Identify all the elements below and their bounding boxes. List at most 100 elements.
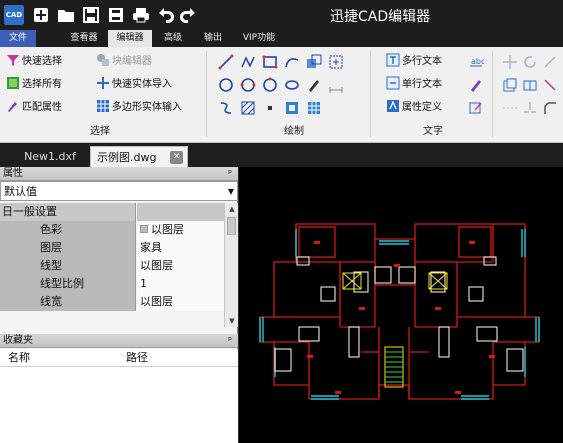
property-grid: 日一般设置 色彩 以图层 图层 家具 线型 以图层 线型比例 1 线宽 以图层	[0, 203, 224, 327]
table-icon[interactable]	[306, 100, 322, 116]
menu-bar: 文件 查看器 编辑器 高级 输出 VIP功能	[0, 30, 563, 47]
property-row-color[interactable]: 色彩 以图层	[0, 221, 224, 239]
print-icon[interactable]	[132, 6, 150, 24]
tab-sample-dwg[interactable]: 示例图.dwg ✕	[90, 146, 188, 167]
scroll-down-icon[interactable]: ▼	[225, 315, 239, 327]
fixtures	[274, 256, 524, 372]
close-icon[interactable]: ✕	[170, 151, 183, 164]
dimension-icon[interactable]	[328, 77, 344, 93]
scale-icon[interactable]	[542, 54, 558, 70]
menu-vip[interactable]: VIP功能	[234, 30, 284, 47]
app-logo-icon[interactable]: CAD	[4, 5, 24, 25]
ellipse-icon[interactable]	[284, 77, 300, 93]
attribute-icon	[386, 99, 400, 113]
polygon-entity-input-button[interactable]: 多边形实体输入	[96, 99, 182, 117]
select-group-label: 选择	[90, 126, 110, 137]
new-file-icon[interactable]	[32, 6, 50, 24]
window-lines	[259, 229, 540, 400]
property-row-layer[interactable]: 图层 家具	[0, 239, 224, 257]
pen-icon[interactable]	[306, 77, 322, 93]
properties-panel: 属性 ᵖ 默认值 ▼ 日一般设置 色彩 以图层 图层 家具 线型 以图层 线型比…	[0, 167, 238, 443]
save-as-icon[interactable]	[107, 6, 125, 24]
tab-new1-dxf[interactable]: New1.dxf	[18, 146, 82, 167]
dash-line-icon[interactable]	[502, 100, 518, 116]
spell-check-icon[interactable]	[468, 77, 484, 93]
menu-output[interactable]: 输出	[196, 30, 230, 47]
move-icon[interactable]	[502, 54, 518, 70]
draw-group-label: 绘制	[284, 126, 304, 137]
line-icon[interactable]	[218, 54, 234, 70]
brush-icon	[6, 99, 20, 113]
match-properties-button[interactable]: 匹配属性	[6, 99, 62, 117]
app-title: 迅捷CAD编辑器	[330, 9, 431, 25]
single-line-text-button[interactable]: 单行文本	[386, 76, 442, 94]
trim-icon[interactable]	[542, 77, 558, 93]
wipeout-icon[interactable]	[284, 100, 300, 116]
hatch-icon[interactable]	[240, 100, 256, 116]
column-path[interactable]: 路径	[126, 349, 148, 367]
svg-text:abc: abc	[471, 57, 484, 66]
region-icon[interactable]	[328, 54, 344, 70]
point-icon[interactable]	[262, 100, 278, 116]
break-icon[interactable]	[522, 100, 538, 116]
polygon-grid-icon	[96, 99, 110, 113]
undo-icon[interactable]	[157, 6, 175, 24]
funnel-icon	[6, 53, 20, 67]
spline-icon[interactable]	[218, 100, 234, 116]
pin-icon[interactable]: ᵖ	[228, 167, 232, 181]
property-scrollbar[interactable]: ▲ ▼	[224, 203, 238, 327]
save-icon[interactable]	[82, 6, 100, 24]
drawing-canvas[interactable]	[239, 167, 563, 443]
favorites-column-headers: 名称 路径	[0, 349, 238, 367]
text-box-icon	[386, 53, 400, 67]
quick-select-button[interactable]: 快速选择	[6, 53, 62, 71]
title-bar: CAD 迅捷CAD编辑器	[0, 0, 563, 30]
quick-entity-import-button[interactable]: 快速实体导入	[96, 76, 172, 94]
favorites-list[interactable]	[0, 367, 238, 443]
rotate-icon[interactable]	[522, 54, 538, 70]
select-all-icon	[6, 76, 20, 90]
menu-advanced[interactable]: 高级	[156, 30, 190, 47]
menu-editor[interactable]: 编辑器	[108, 30, 152, 47]
favorites-panel-header: 收藏夹 ᵖ	[0, 334, 238, 348]
circle-icon[interactable]	[218, 77, 234, 93]
polyline-icon[interactable]	[240, 54, 256, 70]
cad-editor-window: CAD 迅捷CAD编辑器 文件 查看器 编辑器 高级 输出 VIP功能 快速选择…	[0, 0, 563, 443]
scrollbar-thumb[interactable]	[227, 217, 236, 235]
pin-icon[interactable]: ᵖ	[228, 334, 232, 348]
menu-file[interactable]: 文件	[0, 30, 36, 47]
property-row-lineweight[interactable]: 线宽 以图层	[0, 293, 224, 311]
attribute-definition-button[interactable]: 属性定义	[386, 99, 442, 117]
rectangle-icon[interactable]	[262, 54, 278, 70]
property-group-general[interactable]: 日一般设置	[0, 203, 224, 221]
property-preset-select[interactable]: 默认值 ▼	[0, 181, 238, 201]
ribbon-separator	[370, 51, 371, 137]
copy-icon[interactable]	[502, 77, 518, 93]
block-editor-button[interactable]: 块编辑器	[96, 53, 152, 71]
document-tab-bar: New1.dxf 示例图.dwg ✕	[0, 143, 563, 167]
text-style-icon[interactable]: abc	[468, 54, 485, 70]
redo-icon[interactable]	[179, 6, 197, 24]
arc-icon[interactable]	[284, 54, 300, 70]
column-name[interactable]: 名称	[8, 349, 30, 367]
multiline-text-button[interactable]: 多行文本	[386, 53, 442, 71]
edit-text-icon[interactable]	[468, 100, 484, 116]
menu-viewer[interactable]: 查看器	[62, 30, 106, 47]
property-row-linetype-scale[interactable]: 线型比例 1	[0, 275, 224, 293]
select-all-button[interactable]: 选择所有	[6, 76, 62, 94]
ribbon-separator	[206, 51, 207, 137]
fillet-icon[interactable]	[542, 100, 558, 116]
mirror-icon[interactable]	[522, 77, 538, 93]
property-row-linetype[interactable]: 线型 以图层	[0, 257, 224, 275]
insert-block-icon[interactable]	[306, 54, 322, 70]
text-line-icon	[386, 76, 400, 90]
circle-3p-icon[interactable]	[262, 77, 278, 93]
scroll-up-icon[interactable]: ▲	[225, 203, 239, 215]
stair	[384, 346, 404, 388]
open-folder-icon[interactable]	[57, 6, 75, 24]
plus-move-icon	[96, 76, 110, 90]
circle-2p-icon[interactable]	[240, 77, 256, 93]
text-group-label: 文字	[423, 126, 443, 137]
wall-lines	[259, 223, 540, 400]
properties-panel-header: 属性 ᵖ	[0, 167, 238, 181]
